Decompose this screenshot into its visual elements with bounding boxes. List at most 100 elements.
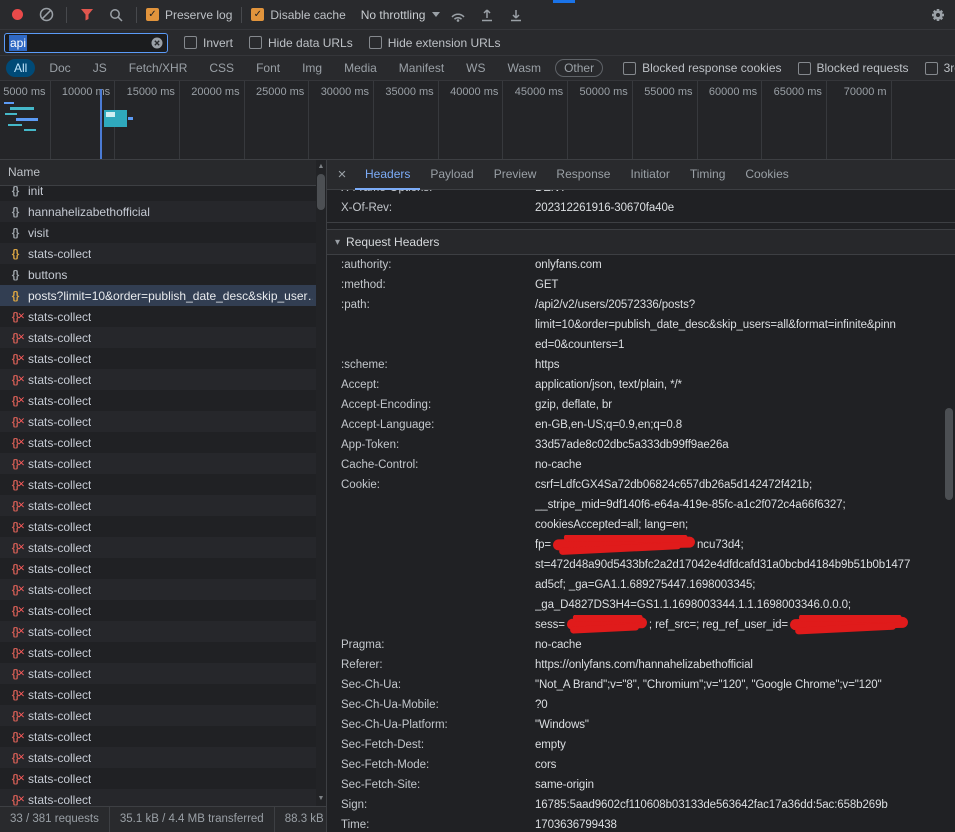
- request-row[interactable]: {}stats-collect: [0, 516, 317, 537]
- timeline-gridline: [632, 81, 633, 159]
- request-row[interactable]: {}posts?limit=10&order=publish_date_desc…: [0, 285, 317, 306]
- blocked-requests-checkbox[interactable]: Blocked requests: [798, 61, 909, 75]
- hide-extension-urls-checkbox[interactable]: Hide extension URLs: [369, 36, 501, 50]
- header-value-line: cookiesAccepted=all; lang=en;: [535, 515, 941, 535]
- header-value: "Not_A Brand";v="8", "Chromium";v="120",…: [535, 675, 955, 695]
- clear-button[interactable]: [35, 4, 57, 26]
- details-scrollbar-thumb[interactable]: [945, 408, 953, 500]
- filter-button[interactable]: [76, 4, 98, 26]
- filter-chip-img[interactable]: Img: [294, 59, 330, 77]
- header-name: Sec-Fetch-Dest:: [341, 735, 535, 755]
- request-row[interactable]: {}stats-collect: [0, 684, 317, 705]
- timeline-overview[interactable]: 5000 ms10000 ms15000 ms20000 ms25000 ms3…: [0, 81, 955, 160]
- filter-chip-ws[interactable]: WS: [458, 59, 493, 77]
- preserve-log-checkbox[interactable]: Preserve log: [146, 8, 232, 22]
- request-row[interactable]: {}stats-collect: [0, 348, 317, 369]
- request-row[interactable]: {}stats-collect: [0, 432, 317, 453]
- close-details-icon[interactable]: ×: [329, 166, 355, 183]
- request-row[interactable]: {}stats-collect: [0, 306, 317, 327]
- tab-headers[interactable]: Headers: [355, 160, 420, 190]
- scroll-down-icon[interactable]: ▼: [316, 793, 326, 805]
- header-row: :authority:onlyfans.com: [327, 255, 955, 275]
- filter-chip-all[interactable]: All: [6, 59, 35, 77]
- blocked-response-cookies-checkbox[interactable]: Blocked response cookies: [623, 61, 781, 75]
- header-name: Accept-Language:: [341, 415, 535, 435]
- request-row[interactable]: {}stats-collect: [0, 453, 317, 474]
- request-error-icon: {}: [8, 731, 22, 743]
- request-name: buttons: [28, 268, 67, 282]
- filter-chip-fetch-xhr[interactable]: Fetch/XHR: [121, 59, 196, 77]
- request-row[interactable]: {}init: [0, 186, 317, 201]
- request-row[interactable]: {}stats-collect: [0, 621, 317, 642]
- request-row[interactable]: {}hannahelizabethofficial: [0, 201, 317, 222]
- request-row[interactable]: {}stats-collect: [0, 726, 317, 747]
- invert-checkbox[interactable]: Invert: [184, 36, 233, 50]
- filter-chip-other[interactable]: Other: [555, 59, 603, 77]
- record-button[interactable]: [6, 4, 28, 26]
- request-row[interactable]: {}stats-collect: [0, 369, 317, 390]
- header-value: ?0: [535, 695, 955, 715]
- request-row[interactable]: {}buttons: [0, 264, 317, 285]
- request-error-icon: {}: [8, 500, 22, 512]
- request-row[interactable]: {}stats-collect: [0, 474, 317, 495]
- request-row[interactable]: {}stats-collect: [0, 705, 317, 726]
- tab-cookies[interactable]: Cookies: [735, 160, 798, 190]
- request-row[interactable]: {}stats-collect: [0, 495, 317, 516]
- 3rd-party-requests-checkbox[interactable]: 3rd-party requests: [925, 61, 955, 75]
- filter-bar: api Invert Hide data URLs Hide extension U…: [0, 30, 955, 56]
- tab-payload[interactable]: Payload: [420, 160, 483, 190]
- request-row[interactable]: {}stats-collect: [0, 663, 317, 684]
- header-row: X-Frame-Options: DENY: [327, 190, 955, 198]
- request-row[interactable]: {}visit: [0, 222, 317, 243]
- toolbar-divider: [136, 7, 137, 23]
- import-har-button[interactable]: [476, 4, 498, 26]
- request-row[interactable]: {}stats-collect: [0, 411, 317, 432]
- request-row[interactable]: {}stats-collect: [0, 789, 317, 806]
- filter-chip-js[interactable]: JS: [85, 59, 115, 77]
- header-value: "Windows": [535, 715, 955, 735]
- export-har-button[interactable]: [505, 4, 527, 26]
- filter-chip-manifest[interactable]: Manifest: [391, 59, 452, 77]
- tab-response[interactable]: Response: [546, 160, 620, 190]
- request-headers-section[interactable]: ▾ Request Headers: [327, 229, 955, 255]
- name-column-header[interactable]: Name: [0, 160, 326, 186]
- request-row[interactable]: {}stats-collect: [0, 327, 317, 348]
- request-details-panel: × HeadersPayloadPreviewResponseInitiator…: [327, 160, 955, 832]
- devtools-network-panel: Preserve log Disable cache No throttling: [0, 0, 955, 832]
- header-value-line: _ga_D4827DS3H4=GS1.1.1698003344.1.1.1698…: [535, 595, 941, 615]
- request-row[interactable]: {}stats-collect: [0, 390, 317, 411]
- request-row[interactable]: {}stats-collect: [0, 243, 317, 264]
- clear-filter-icon[interactable]: [151, 37, 163, 49]
- network-conditions-button[interactable]: [447, 4, 469, 26]
- settings-button[interactable]: [927, 4, 949, 26]
- request-row[interactable]: {}stats-collect: [0, 642, 317, 663]
- header-value-line: same-origin: [535, 775, 941, 795]
- request-row[interactable]: {}stats-collect: [0, 579, 317, 600]
- filter-chip-font[interactable]: Font: [248, 59, 288, 77]
- filter-chip-media[interactable]: Media: [336, 59, 385, 77]
- request-row[interactable]: {}stats-collect: [0, 558, 317, 579]
- tab-preview[interactable]: Preview: [484, 160, 547, 190]
- header-value: 33d57ade8c02dbc5a333db99ff9ae26a: [535, 435, 955, 455]
- clear-icon: [39, 7, 54, 22]
- request-row[interactable]: {}stats-collect: [0, 747, 317, 768]
- request-json-icon: {}: [8, 290, 22, 302]
- filter-chip-wasm[interactable]: Wasm: [500, 59, 550, 77]
- tab-initiator[interactable]: Initiator: [620, 160, 679, 190]
- search-button[interactable]: [105, 4, 127, 26]
- header-value-line: GET: [535, 275, 941, 295]
- scrollbar-thumb[interactable]: [317, 174, 325, 210]
- scroll-up-icon[interactable]: ▲: [316, 161, 326, 173]
- request-row[interactable]: {}stats-collect: [0, 537, 317, 558]
- hide-data-urls-checkbox[interactable]: Hide data URLs: [249, 36, 353, 50]
- throttling-select[interactable]: No throttling: [361, 8, 441, 22]
- disable-cache-checkbox[interactable]: Disable cache: [251, 8, 345, 22]
- request-row[interactable]: {}stats-collect: [0, 600, 317, 621]
- filter-chip-doc[interactable]: Doc: [41, 59, 78, 77]
- header-name: Referer:: [341, 655, 535, 675]
- filter-input[interactable]: api: [4, 33, 168, 53]
- tab-timing[interactable]: Timing: [680, 160, 736, 190]
- request-list-scrollbar[interactable]: ▲ ▼: [316, 160, 326, 806]
- filter-chip-css[interactable]: CSS: [201, 59, 242, 77]
- request-row[interactable]: {}stats-collect: [0, 768, 317, 789]
